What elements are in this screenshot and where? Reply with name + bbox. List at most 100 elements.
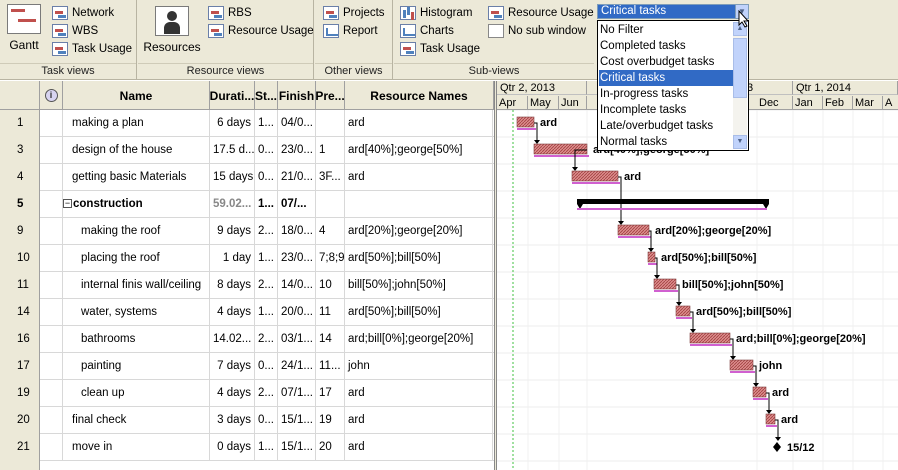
predecessors-cell[interactable]: 10 [316, 272, 345, 299]
start-cell[interactable]: 0... [255, 353, 278, 380]
empty-row[interactable] [0, 461, 494, 470]
finish-cell[interactable]: 18/0... [278, 218, 316, 245]
start-cell[interactable]: 1... [255, 110, 278, 137]
finish-cell[interactable]: 15/1... [278, 407, 316, 434]
task-name-cell[interactable]: move in [63, 434, 210, 461]
header-duration[interactable]: Durati... [210, 81, 255, 110]
start-cell[interactable]: 1... [255, 434, 278, 461]
task-bar[interactable] [653, 278, 677, 290]
row-id-cell[interactable]: 5 [0, 191, 40, 218]
task-bar[interactable] [533, 143, 588, 155]
row-id-cell[interactable]: 10 [0, 245, 40, 272]
row-indicator-cell[interactable] [40, 137, 63, 164]
table-row[interactable]: 1 making a plan 6 days 1... 04/0... ard [0, 110, 494, 137]
duration-cell[interactable]: 14.02... [210, 326, 255, 353]
critical-line[interactable] [577, 208, 767, 210]
start-cell[interactable]: 2... [255, 218, 278, 245]
duration-cell[interactable]: 3 days [210, 407, 255, 434]
row-id-cell[interactable]: 3 [0, 137, 40, 164]
filter-option[interactable]: Completed tasks [599, 38, 733, 54]
row-id-cell[interactable] [0, 461, 40, 470]
task-name-cell[interactable]: water, systems [63, 299, 210, 326]
resource-names-cell[interactable]: ard[50%];bill[50%] [345, 245, 493, 272]
row-id-cell[interactable]: 4 [0, 164, 40, 191]
start-cell[interactable]: 1... [255, 191, 278, 218]
network-view-button[interactable]: Network [52, 4, 114, 21]
header-resource-names[interactable]: Resource Names [345, 81, 494, 110]
filter-option[interactable]: No Filter [599, 22, 733, 38]
task-name-cell[interactable]: clean up [63, 380, 210, 407]
dependency-arrow[interactable] [648, 248, 654, 252]
header-id[interactable] [0, 81, 40, 110]
table-row[interactable]: 16 bathrooms 14.02... 2... 03/1... 14 ard;bill… [0, 326, 494, 353]
resource-names-cell[interactable]: ard[20%];george[20%] [345, 218, 493, 245]
duration-cell[interactable]: 4 days [210, 299, 255, 326]
finish-cell[interactable]: 04/0... [278, 110, 316, 137]
resource-names-cell[interactable]: ard [345, 434, 493, 461]
row-id-cell[interactable]: 21 [0, 434, 40, 461]
row-indicator-cell[interactable] [40, 164, 63, 191]
row-indicator-cell[interactable] [40, 245, 63, 272]
finish-cell[interactable]: 23/0... [278, 137, 316, 164]
table-row[interactable]: 20 final check 3 days 0... 15/1... 19 ard [0, 407, 494, 434]
predecessors-cell[interactable]: 3F... [316, 164, 345, 191]
duration-cell[interactable]: 17.5 d... [210, 137, 255, 164]
predecessors-cell[interactable] [316, 110, 345, 137]
critical-line[interactable] [690, 344, 732, 346]
critical-line[interactable] [534, 155, 589, 157]
duration-cell[interactable]: 7 days [210, 353, 255, 380]
dependency-arrow[interactable] [766, 410, 772, 414]
task-name-cell[interactable]: making a plan [63, 110, 210, 137]
table-row[interactable]: 17 painting 7 days 0... 24/1... 11... john [0, 353, 494, 380]
rbs-view-button[interactable]: RBS [208, 4, 252, 21]
filter-option[interactable]: Late/overbudget tasks [599, 118, 733, 134]
duration-cell[interactable]: 8 days [210, 272, 255, 299]
start-cell[interactable]: 0... [255, 407, 278, 434]
row-indicator-cell[interactable] [40, 353, 63, 380]
duration-cell[interactable]: 0 days [210, 434, 255, 461]
resource-names-cell[interactable]: ard [345, 407, 493, 434]
milestone-marker[interactable] [773, 442, 781, 452]
resource-names-cell[interactable]: bill[50%];john[50%] [345, 272, 493, 299]
filter-option[interactable]: Normal tasks [599, 134, 733, 150]
header-start[interactable]: St... [255, 81, 278, 110]
row-id-cell[interactable]: 9 [0, 218, 40, 245]
finish-cell[interactable]: 21/0... [278, 164, 316, 191]
duration-cell[interactable]: 59.02... [210, 191, 255, 218]
dependency-arrow[interactable] [654, 275, 660, 279]
finish-cell[interactable]: 23/0... [278, 245, 316, 272]
task-name-cell[interactable]: placing the roof [63, 245, 210, 272]
critical-line[interactable] [517, 128, 536, 130]
predecessors-cell[interactable]: 19 [316, 407, 345, 434]
header-predecessors[interactable]: Pre... [316, 81, 345, 110]
table-row[interactable]: 14 water, systems 4 days 1... 20/0... 11 ard[5… [0, 299, 494, 326]
header-finish[interactable]: Finish [278, 81, 316, 110]
row-id-cell[interactable]: 16 [0, 326, 40, 353]
start-cell[interactable]: 1... [255, 245, 278, 272]
histogram-subview-button[interactable]: Histogram [400, 4, 472, 21]
row-indicator-cell[interactable] [40, 380, 63, 407]
table-row[interactable]: 21 move in 0 days 1... 15/1... 20 ard [0, 434, 494, 461]
task-name-cell[interactable]: design of the house [63, 137, 210, 164]
table-row[interactable]: 4 getting basic Materials 15 days 0... 21/0.… [0, 164, 494, 191]
table-row[interactable]: 10 placing the roof 1 day 1... 23/0... 7;8;9 a… [0, 245, 494, 272]
finish-cell[interactable]: 07/... [278, 191, 316, 218]
dependency-arrow[interactable] [775, 437, 781, 441]
task-usage-subview-button[interactable]: Task Usage [400, 40, 480, 57]
row-id-cell[interactable]: 19 [0, 380, 40, 407]
resource-names-cell[interactable]: ard;bill[0%];george[20%] [345, 326, 493, 353]
predecessors-cell[interactable]: 11... [316, 353, 345, 380]
task-name-cell[interactable]: − construction [63, 191, 210, 218]
duration-cell[interactable]: 1 day [210, 245, 255, 272]
row-id-cell[interactable]: 14 [0, 299, 40, 326]
critical-line[interactable] [654, 290, 678, 292]
task-name-cell[interactable]: getting basic Materials [63, 164, 210, 191]
predecessors-cell[interactable]: 14 [316, 326, 345, 353]
critical-line[interactable] [572, 182, 620, 184]
dependency-arrow[interactable] [690, 329, 696, 333]
header-indicators[interactable]: i [40, 81, 63, 110]
header-name[interactable]: Name [63, 81, 210, 110]
task-name-cell[interactable]: painting [63, 353, 210, 380]
duration-cell[interactable]: 15 days [210, 164, 255, 191]
row-indicator-cell[interactable] [40, 299, 63, 326]
